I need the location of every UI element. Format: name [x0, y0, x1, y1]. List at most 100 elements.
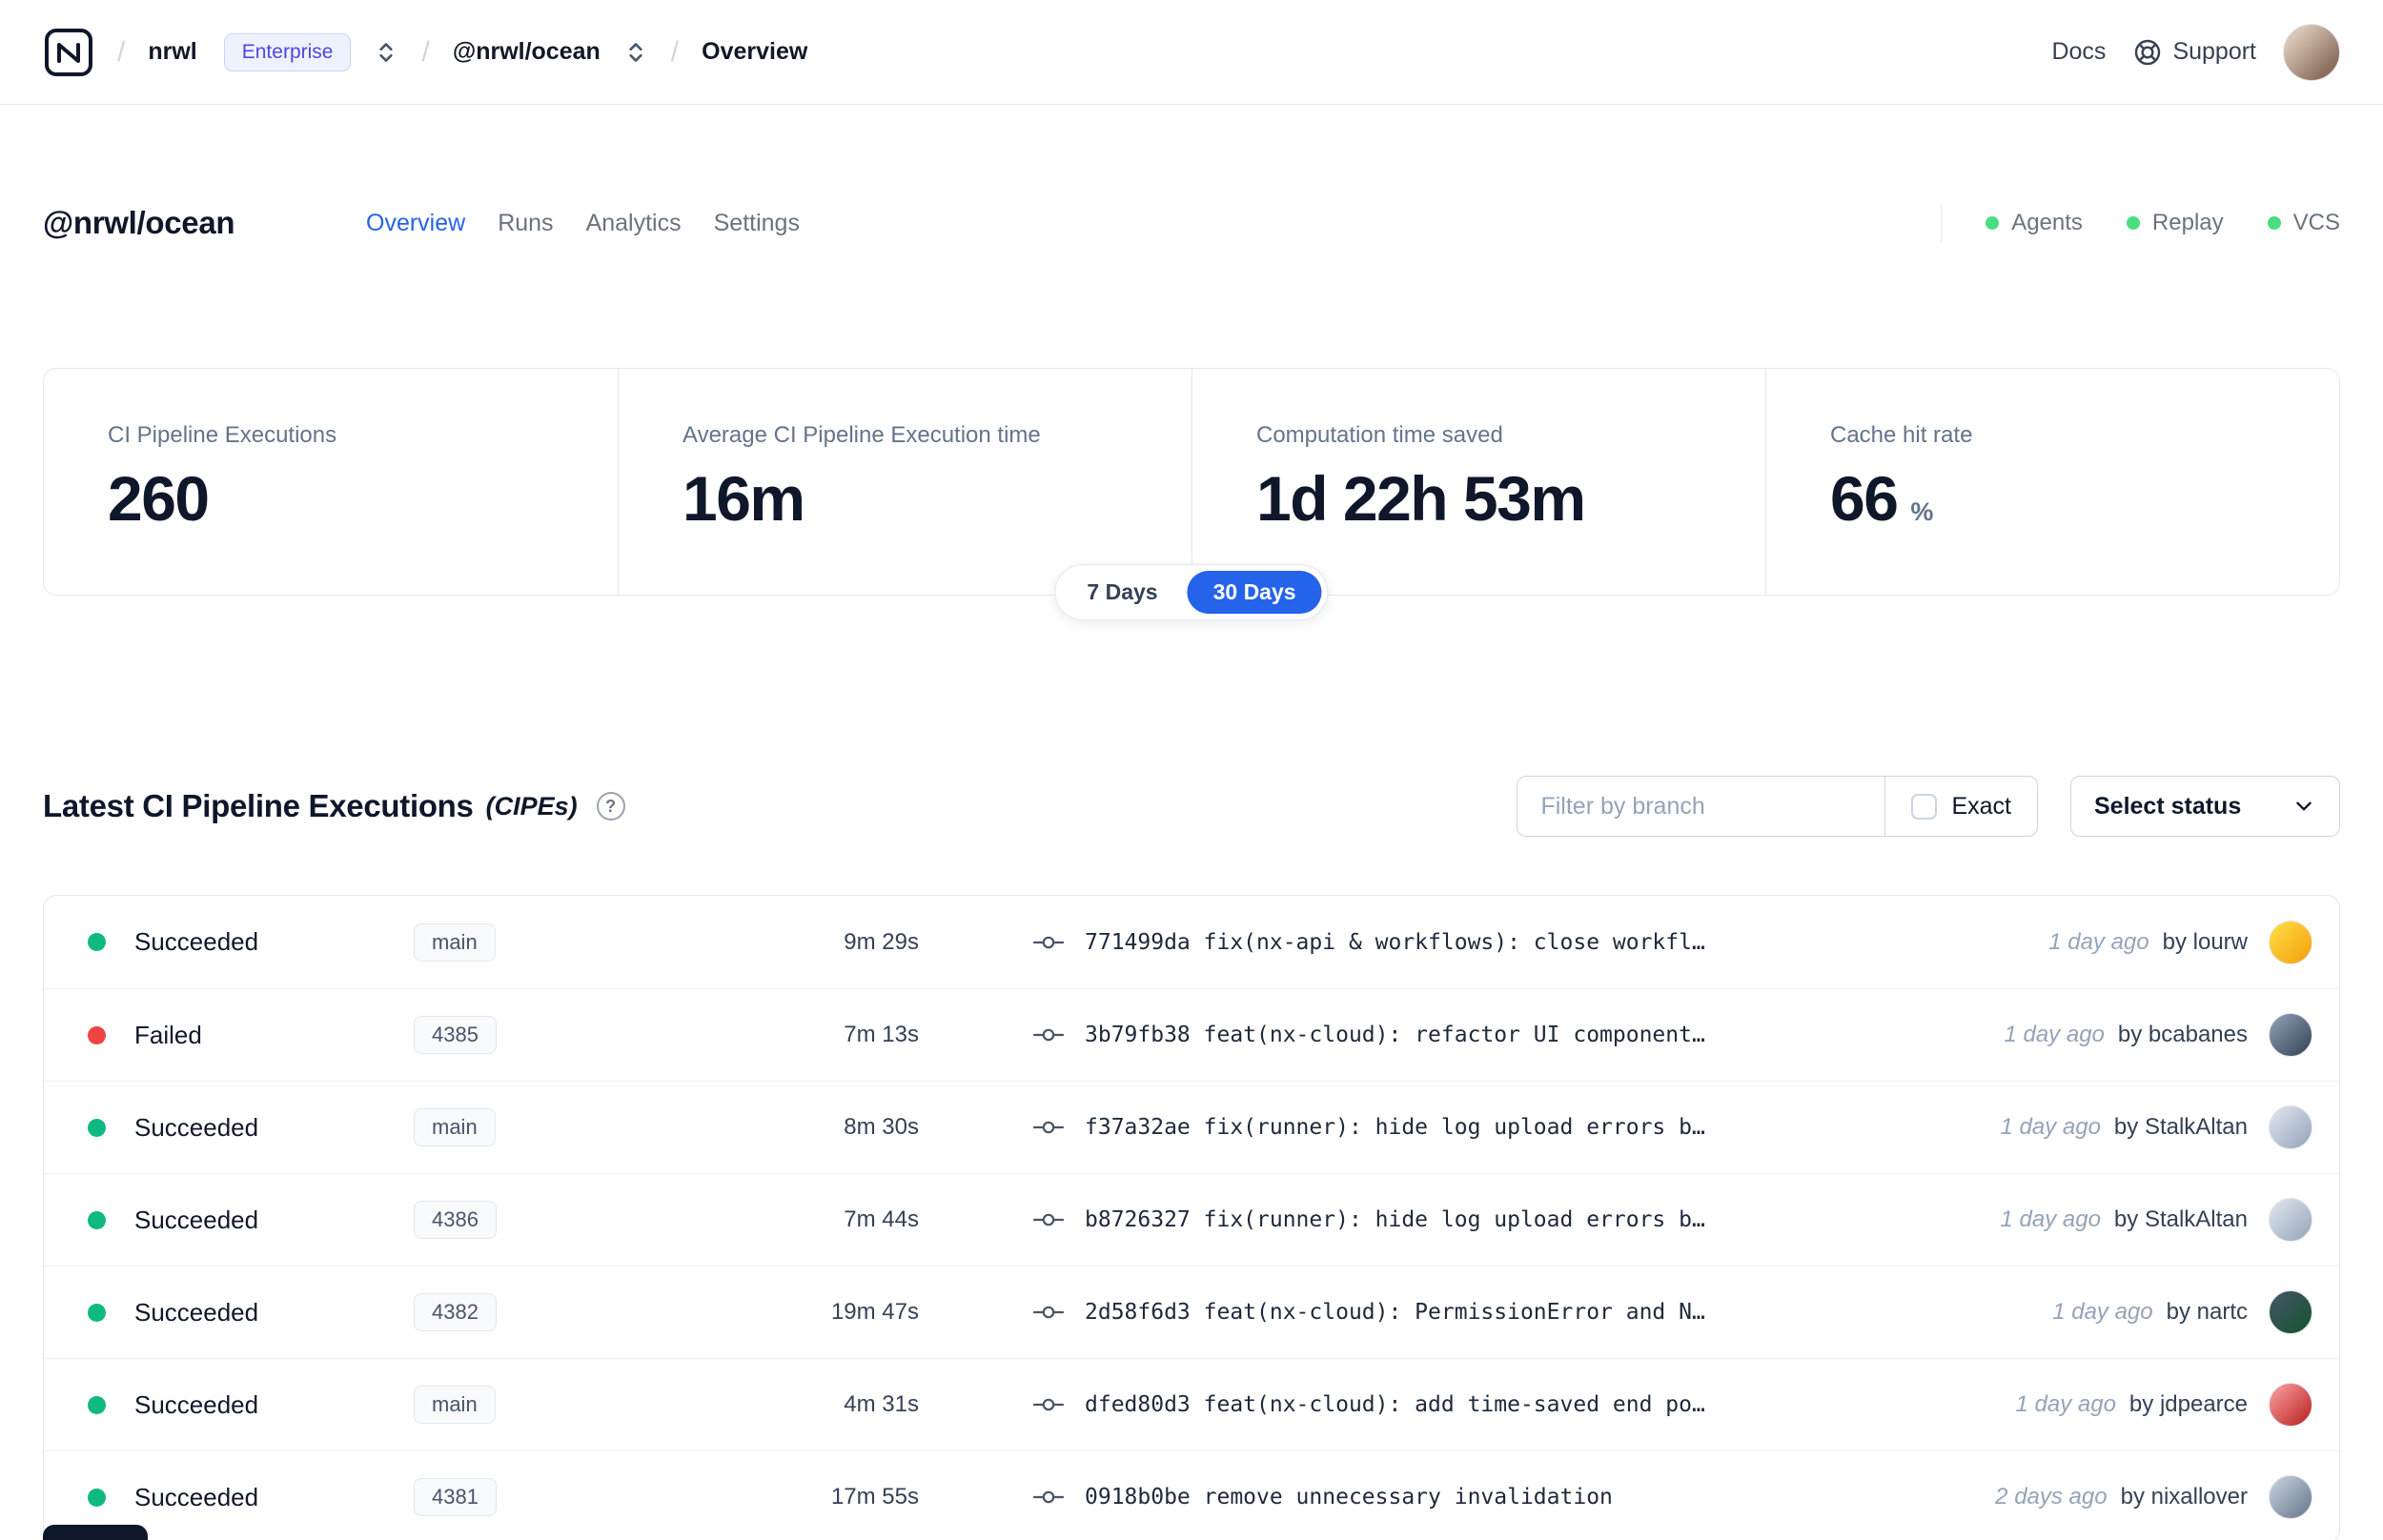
cell-meta: 1 day ago by StalkAltan — [2001, 1198, 2340, 1242]
tab-runs[interactable]: Runs — [498, 210, 553, 237]
status-label: Succeeded — [134, 1112, 259, 1142]
stats-cards: CI Pipeline Executions 260 Average CI Pi… — [43, 368, 2340, 620]
cipes-header: Latest CI Pipeline Executions (CIPEs) ? … — [43, 773, 2340, 840]
status-vcs[interactable]: VCS — [2267, 210, 2340, 236]
stat-value: 16m — [682, 463, 805, 534]
cipe-row[interactable]: Succeeded main 8m 30s f37a32ae fix(runne… — [44, 1081, 2339, 1173]
cipe-row[interactable]: Succeeded 4382 19m 47s 2d58f6d3 feat(nx-… — [44, 1266, 2339, 1358]
cell-meta: 1 day ago by jdpearce — [2016, 1383, 2340, 1427]
cipes-title: Latest CI Pipeline Executions — [43, 788, 474, 823]
cipe-row[interactable]: Succeeded 4381 17m 55s 0918b0be remove u… — [44, 1450, 2339, 1540]
stat-label: Cache hit rate — [1830, 422, 1973, 448]
status-select-button[interactable]: Select status — [2070, 776, 2340, 837]
status-dot — [88, 1118, 106, 1137]
cipe-row[interactable]: Succeeded main 4m 31s dfed80d3 feat(nx-c… — [44, 1358, 2339, 1450]
avatar — [2269, 1013, 2312, 1057]
branch-badge: 4386 — [414, 1201, 497, 1239]
date-range-toggle: 7 Days 30 Days — [1054, 564, 1329, 620]
time-ago: 1 day ago — [2052, 1299, 2153, 1325]
breadcrumb-org[interactable]: nrwl — [148, 38, 196, 66]
cipe-row[interactable]: Succeeded 4386 7m 44s b8726327 fix(runne… — [44, 1173, 2339, 1266]
duration-text: 7m 13s — [844, 1022, 919, 1047]
status-agents[interactable]: Agents — [1986, 210, 2083, 236]
cell-branch: main — [414, 922, 633, 962]
support-label: Support — [2172, 38, 2256, 65]
stat-label: Computation time saved — [1256, 422, 1503, 448]
cell-commit: f37a32ae fix(runner): hide log upload er… — [1033, 1115, 2001, 1140]
stat-value: 1d 22h 53m — [1256, 463, 1586, 534]
lifebuoy-icon — [2135, 39, 2161, 65]
cell-meta: 1 day ago by StalkAltan — [2001, 1105, 2340, 1149]
docs-link[interactable]: Docs — [2051, 38, 2106, 66]
cell-branch: 4385 — [414, 1016, 633, 1054]
status-vcs-label: VCS — [2292, 210, 2340, 235]
git-commit-icon — [1033, 1398, 1064, 1411]
stat-card-executions: CI Pipeline Executions 260 — [44, 369, 618, 595]
duration-text: 8m 30s — [844, 1114, 919, 1140]
exact-filter[interactable]: Exact — [1884, 777, 2037, 836]
cell-status: Failed — [44, 1021, 414, 1050]
workspace-title: @nrwl/ocean — [43, 205, 235, 240]
git-commit-icon — [1033, 1121, 1064, 1134]
breadcrumb-separator: / — [421, 35, 430, 68]
time-ago: 1 day ago — [2004, 1022, 2105, 1047]
exact-checkbox[interactable] — [1911, 793, 1938, 820]
avatar — [2269, 1198, 2312, 1242]
cell-meta: 1 day ago by lourw — [2048, 920, 2339, 964]
workspace-header: @nrwl/ocean Overview Runs Analytics Sett… — [43, 179, 2340, 267]
branch-filter-input[interactable] — [1517, 777, 1885, 836]
question-circle-icon[interactable]: ? — [596, 792, 625, 821]
cell-commit: 771499da fix(nx-api & workflows): close … — [1033, 930, 2048, 955]
cell-status: Succeeded — [44, 1113, 414, 1143]
commit-text: dfed80d3 feat(nx-cloud): add time-saved … — [1085, 1392, 1705, 1417]
org-switcher[interactable] — [374, 38, 398, 67]
chevron-down-icon — [2296, 801, 2312, 811]
cell-branch: 4386 — [414, 1201, 633, 1239]
cipes-filters: Exact Select status — [1517, 776, 2340, 837]
duration-text: 4m 31s — [844, 1391, 919, 1417]
duration-text: 17m 55s — [830, 1484, 919, 1510]
status-replay[interactable]: Replay — [2126, 210, 2224, 236]
support-link[interactable]: Support — [2132, 37, 2256, 68]
tab-analytics[interactable]: Analytics — [586, 210, 682, 237]
tab-overview[interactable]: Overview — [366, 210, 465, 237]
status-label: Succeeded — [134, 1205, 259, 1234]
author: by lourw — [2162, 928, 2248, 955]
commit-text: 771499da fix(nx-api & workflows): close … — [1085, 929, 1705, 955]
avatar — [2269, 1475, 2312, 1519]
git-commit-icon — [1033, 1028, 1064, 1042]
cell-branch: 4382 — [414, 1293, 633, 1331]
status-dot — [88, 1025, 106, 1044]
branch-badge: 4385 — [414, 1016, 497, 1054]
git-commit-icon — [1033, 1490, 1064, 1504]
exact-label: Exact — [1951, 792, 2011, 820]
range-30-days[interactable]: 30 Days — [1187, 571, 1322, 614]
cell-commit: 0918b0be remove unnecessary invalidation — [1033, 1485, 1995, 1510]
status-dot — [88, 933, 106, 951]
cell-status: Succeeded — [44, 1298, 414, 1327]
cell-branch: main — [414, 1108, 633, 1146]
green-dot-icon — [2126, 216, 2140, 230]
tab-settings[interactable]: Settings — [714, 210, 800, 237]
status-dot — [88, 1210, 106, 1229]
status-dot — [88, 1488, 106, 1507]
cipes-title-suffix: (CIPEs) — [485, 791, 578, 821]
avatar — [2269, 920, 2312, 964]
workspace-switcher[interactable] — [623, 38, 648, 67]
cipe-row[interactable]: Succeeded main 9m 29s 771499da fix(nx-ap… — [44, 896, 2339, 988]
divider — [1941, 204, 1943, 242]
author: by StalkAltan — [2113, 1206, 2248, 1232]
nx-logo[interactable] — [43, 27, 94, 78]
user-avatar[interactable] — [2283, 23, 2340, 81]
floating-widget[interactable] — [43, 1525, 148, 1540]
breadcrumb-page: Overview — [702, 38, 808, 65]
time-ago: 1 day ago — [2048, 928, 2149, 955]
chevron-up-down-icon — [629, 42, 642, 62]
breadcrumb-workspace[interactable]: @nrwl/ocean — [453, 38, 601, 66]
duration-text: 9m 29s — [844, 928, 919, 955]
cipe-row[interactable]: Failed 4385 7m 13s 3b79fb38 feat(nx-clou… — [44, 988, 2339, 1081]
range-7-days[interactable]: 7 Days — [1061, 571, 1183, 614]
branch-filter-group: Exact — [1517, 776, 2038, 837]
status-select-label: Select status — [2094, 792, 2242, 820]
cell-meta: 1 day ago by nartc — [2052, 1290, 2339, 1334]
